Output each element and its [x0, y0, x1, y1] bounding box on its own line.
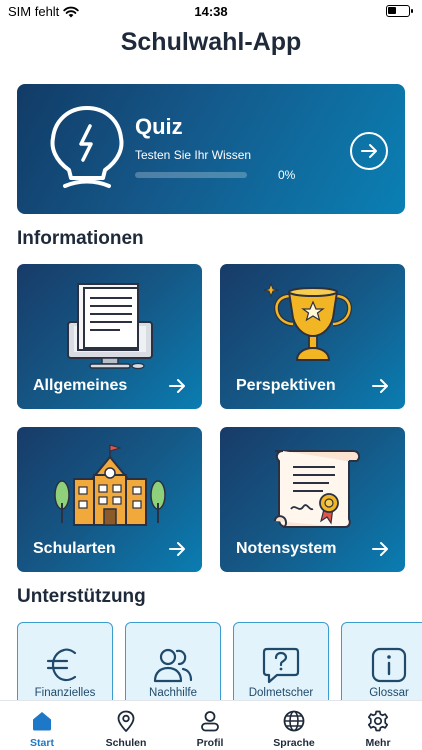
arrow-right-icon [372, 379, 388, 393]
arrow-right-icon [169, 542, 185, 556]
tile-notensystem[interactable]: Notensystem [220, 427, 405, 572]
section-title-unterstuetzung: Unterstützung [17, 586, 146, 607]
support-label: Nachhilfe [149, 687, 197, 699]
lightbulb-icon [50, 106, 124, 188]
tile-label: Notensystem [236, 540, 337, 557]
section-title-informationen: Informationen [17, 228, 144, 249]
support-label: Finanzielles [34, 687, 96, 699]
question-bubble-icon [262, 647, 300, 684]
tab-profil[interactable]: Profil [168, 701, 252, 750]
quiz-title: Quiz [135, 114, 183, 139]
tab-start[interactable]: Start [0, 701, 84, 750]
tile-label: Schularten [33, 540, 116, 557]
tab-mehr[interactable]: Mehr [336, 701, 420, 750]
tile-label: Perspektiven [236, 377, 336, 394]
certificate-icon [273, 450, 360, 528]
tile-schularten[interactable]: Schularten [17, 427, 202, 572]
tab-schulen[interactable]: Schulen [84, 701, 168, 750]
tile-allgemeines[interactable]: Allgemeines [17, 264, 202, 409]
tab-sprache[interactable]: Sprache [252, 701, 336, 750]
info-icon [371, 647, 407, 683]
support-card-nachhilfe[interactable]: Nachhilfe [125, 622, 221, 702]
arrow-right-icon [361, 144, 377, 158]
quiz-subtitle: Testen Sie Ihr Wissen [135, 148, 252, 162]
tile-perspektiven[interactable]: Perspektiven [220, 264, 405, 409]
school-building-icon [53, 444, 166, 526]
arrow-right-icon [372, 542, 388, 556]
tab-label: Schulen [105, 737, 147, 749]
app-title: Schulwahl-App [120, 28, 302, 56]
tab-label: Start [30, 737, 54, 749]
person-icon [201, 711, 219, 732]
quiz-card[interactable]: Quiz Testen Sie Ihr Wissen 0% [17, 84, 405, 214]
euro-icon [46, 648, 77, 682]
home-icon [33, 712, 51, 731]
people-icon [153, 648, 193, 683]
battery-icon [386, 5, 413, 17]
support-label: Glossar [369, 687, 409, 699]
support-card-glossar[interactable]: Glossar [341, 622, 422, 702]
quiz-progress-text: 0% [278, 168, 296, 182]
arrow-right-icon [169, 379, 185, 393]
gear-icon [367, 710, 389, 732]
quiz-start-button[interactable] [350, 132, 388, 170]
tab-bar: Start Schulen Profil Sprache Mehr [0, 700, 422, 750]
tab-label: Sprache [273, 737, 315, 749]
location-pin-icon [117, 710, 135, 732]
support-card-dolmetscher[interactable]: Dolmetscher [233, 622, 329, 702]
quiz-progress-bar [135, 172, 247, 178]
support-card-finanzielles[interactable]: Finanzielles [17, 622, 113, 702]
tab-label: Profil [196, 737, 224, 749]
clock: 14:38 [194, 4, 228, 19]
support-label: Dolmetscher [248, 687, 314, 699]
document-monitor-icon [66, 283, 153, 370]
support-carousel[interactable]: Finanzielles Nachhilfe Dolmetscher Gloss… [17, 622, 422, 702]
tab-label: Mehr [365, 737, 391, 749]
globe-icon [283, 710, 305, 732]
tile-label: Allgemeines [33, 377, 128, 394]
status-bar: SIM fehlt 14:38 [0, 0, 422, 22]
trophy-icon [263, 282, 352, 361]
